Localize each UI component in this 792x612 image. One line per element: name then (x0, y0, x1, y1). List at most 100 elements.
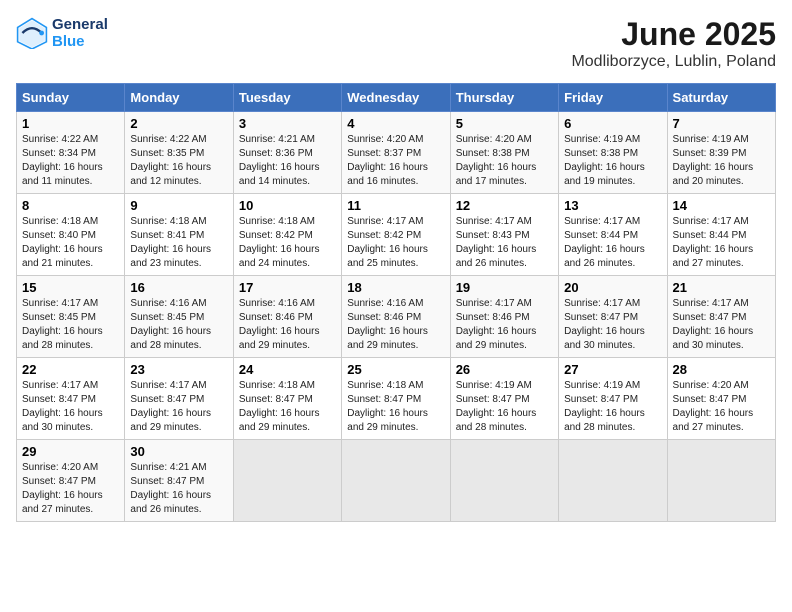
day-number: 28 (673, 362, 770, 377)
day-number: 13 (564, 198, 661, 213)
day-number: 16 (130, 280, 227, 295)
day-info: Sunrise: 4:19 AM Sunset: 8:47 PM Dayligh… (564, 379, 661, 435)
day-number: 1 (22, 116, 119, 131)
calendar-cell: 10Sunrise: 4:18 AM Sunset: 8:42 PM Dayli… (233, 194, 341, 276)
calendar-cell: 21 Sunrise: 4:17 AM Sunset: 8:47 PM Dayli… (667, 276, 775, 358)
day-info: Sunrise: 4:22 AM Sunset: 8:35 PM Dayligh… (130, 133, 227, 189)
calendar-cell: 18Sunrise: 4:16 AM Sunset: 8:46 PM Dayli… (342, 276, 450, 358)
calendar-table: SundayMondayTuesdayWednesdayThursdayFrid… (16, 83, 776, 522)
calendar-cell: 3Sunrise: 4:21 AM Sunset: 8:36 PM Daylig… (233, 112, 341, 194)
day-number: 17 (239, 280, 336, 295)
calendar-cell (450, 440, 558, 522)
day-info: Sunrise: 4:17 AM Sunset: 8:42 PM Dayligh… (347, 215, 444, 271)
calendar-week-row: 8 Sunrise: 4:18 AM Sunset: 8:40 PM Daylig… (17, 194, 776, 276)
calendar-cell: 28 Sunrise: 4:20 AM Sunset: 8:47 PM Dayli… (667, 358, 775, 440)
day-number: 29 (22, 444, 119, 459)
day-number: 24 (239, 362, 336, 377)
day-info: Sunrise: 4:17 AM Sunset: 8:46 PM Dayligh… (456, 297, 553, 353)
day-number: 7 (673, 116, 770, 131)
day-info: Sunrise: 4:20 AM Sunset: 8:37 PM Dayligh… (347, 133, 444, 189)
column-header-friday: Friday (559, 84, 667, 112)
calendar-cell: 1 Sunrise: 4:22 AM Sunset: 8:34 PM Daylig… (17, 112, 125, 194)
day-number: 22 (22, 362, 119, 377)
calendar-cell: 26 Sunrise: 4:19 AM Sunset: 8:47 PM Dayli… (450, 358, 558, 440)
calendar-header-row: SundayMondayTuesdayWednesdayThursdayFrid… (17, 84, 776, 112)
day-info: Sunrise: 4:16 AM Sunset: 8:46 PM Dayligh… (347, 297, 444, 353)
day-number: 11 (347, 198, 444, 213)
day-info: Sunrise: 4:20 AM Sunset: 8:38 PM Dayligh… (456, 133, 553, 189)
day-number: 14 (673, 198, 770, 213)
calendar-cell: 5 Sunrise: 4:20 AM Sunset: 8:38 PM Daylig… (450, 112, 558, 194)
calendar-cell: 8 Sunrise: 4:18 AM Sunset: 8:40 PM Daylig… (17, 194, 125, 276)
column-header-thursday: Thursday (450, 84, 558, 112)
day-number: 8 (22, 198, 119, 213)
calendar-cell: 13 Sunrise: 4:17 AM Sunset: 8:44 PM Dayli… (559, 194, 667, 276)
calendar-cell (559, 440, 667, 522)
calendar-cell: 14Sunrise: 4:17 AM Sunset: 8:44 PM Dayli… (667, 194, 775, 276)
day-number: 6 (564, 116, 661, 131)
calendar-cell: 7Sunrise: 4:19 AM Sunset: 8:39 PM Daylig… (667, 112, 775, 194)
calendar-cell: 29 Sunrise: 4:20 AM Sunset: 8:47 PM Dayli… (17, 440, 125, 522)
day-number: 2 (130, 116, 227, 131)
day-info: Sunrise: 4:17 AM Sunset: 8:43 PM Dayligh… (456, 215, 553, 271)
day-number: 26 (456, 362, 553, 377)
logo: General Blue (16, 16, 108, 50)
calendar-cell: 16 Sunrise: 4:16 AM Sunset: 8:45 PM Dayli… (125, 276, 233, 358)
title-block: June 2025 Modliborzyce, Lublin, Poland (571, 16, 776, 71)
day-number: 12 (456, 198, 553, 213)
calendar-cell: 17Sunrise: 4:16 AM Sunset: 8:46 PM Dayli… (233, 276, 341, 358)
day-info: Sunrise: 4:18 AM Sunset: 8:42 PM Dayligh… (239, 215, 336, 271)
page-title: June 2025 (571, 16, 776, 53)
day-number: 9 (130, 198, 227, 213)
calendar-cell: 30Sunrise: 4:21 AM Sunset: 8:47 PM Dayli… (125, 440, 233, 522)
day-info: Sunrise: 4:21 AM Sunset: 8:36 PM Dayligh… (239, 133, 336, 189)
calendar-cell: 22 Sunrise: 4:17 AM Sunset: 8:47 PM Dayli… (17, 358, 125, 440)
calendar-cell: 6 Sunrise: 4:19 AM Sunset: 8:38 PM Daylig… (559, 112, 667, 194)
day-number: 20 (564, 280, 661, 295)
day-number: 30 (130, 444, 227, 459)
calendar-cell: 25Sunrise: 4:18 AM Sunset: 8:47 PM Dayli… (342, 358, 450, 440)
calendar-cell: 11 Sunrise: 4:17 AM Sunset: 8:42 PM Dayli… (342, 194, 450, 276)
calendar-cell: 9Sunrise: 4:18 AM Sunset: 8:41 PM Daylig… (125, 194, 233, 276)
day-info: Sunrise: 4:19 AM Sunset: 8:38 PM Dayligh… (564, 133, 661, 189)
calendar-cell: 2 Sunrise: 4:22 AM Sunset: 8:35 PM Daylig… (125, 112, 233, 194)
calendar-cell: 12 Sunrise: 4:17 AM Sunset: 8:43 PM Dayli… (450, 194, 558, 276)
day-info: Sunrise: 4:17 AM Sunset: 8:45 PM Dayligh… (22, 297, 119, 353)
day-number: 15 (22, 280, 119, 295)
calendar-cell: 4 Sunrise: 4:20 AM Sunset: 8:37 PM Daylig… (342, 112, 450, 194)
column-header-saturday: Saturday (667, 84, 775, 112)
page-subtitle: Modliborzyce, Lublin, Poland (571, 53, 776, 71)
calendar-cell: 15 Sunrise: 4:17 AM Sunset: 8:45 PM Dayli… (17, 276, 125, 358)
day-info: Sunrise: 4:20 AM Sunset: 8:47 PM Dayligh… (673, 379, 770, 435)
day-info: Sunrise: 4:17 AM Sunset: 8:47 PM Dayligh… (673, 297, 770, 353)
day-info: Sunrise: 4:17 AM Sunset: 8:47 PM Dayligh… (22, 379, 119, 435)
logo-line2: Blue (52, 33, 108, 50)
day-info: Sunrise: 4:16 AM Sunset: 8:45 PM Dayligh… (130, 297, 227, 353)
day-number: 4 (347, 116, 444, 131)
calendar-cell: 20Sunrise: 4:17 AM Sunset: 8:47 PM Dayli… (559, 276, 667, 358)
day-number: 21 (673, 280, 770, 295)
day-info: Sunrise: 4:22 AM Sunset: 8:34 PM Dayligh… (22, 133, 119, 189)
day-info: Sunrise: 4:18 AM Sunset: 8:40 PM Dayligh… (22, 215, 119, 271)
day-info: Sunrise: 4:20 AM Sunset: 8:47 PM Dayligh… (22, 461, 119, 517)
day-info: Sunrise: 4:19 AM Sunset: 8:47 PM Dayligh… (456, 379, 553, 435)
day-number: 19 (456, 280, 553, 295)
calendar-cell (667, 440, 775, 522)
calendar-cell: 19 Sunrise: 4:17 AM Sunset: 8:46 PM Dayli… (450, 276, 558, 358)
day-info: Sunrise: 4:17 AM Sunset: 8:44 PM Dayligh… (564, 215, 661, 271)
calendar-week-row: 29 Sunrise: 4:20 AM Sunset: 8:47 PM Dayli… (17, 440, 776, 522)
page-header: General Blue June 2025 Modliborzyce, Lub… (16, 16, 776, 71)
day-number: 5 (456, 116, 553, 131)
day-info: Sunrise: 4:18 AM Sunset: 8:47 PM Dayligh… (239, 379, 336, 435)
logo-icon (16, 17, 48, 49)
calendar-cell (342, 440, 450, 522)
calendar-cell: 24 Sunrise: 4:18 AM Sunset: 8:47 PM Dayli… (233, 358, 341, 440)
calendar-cell: 27Sunrise: 4:19 AM Sunset: 8:47 PM Dayli… (559, 358, 667, 440)
calendar-week-row: 15 Sunrise: 4:17 AM Sunset: 8:45 PM Dayli… (17, 276, 776, 358)
day-info: Sunrise: 4:17 AM Sunset: 8:47 PM Dayligh… (130, 379, 227, 435)
column-header-wednesday: Wednesday (342, 84, 450, 112)
column-header-monday: Monday (125, 84, 233, 112)
column-header-tuesday: Tuesday (233, 84, 341, 112)
calendar-cell: 23Sunrise: 4:17 AM Sunset: 8:47 PM Dayli… (125, 358, 233, 440)
day-number: 25 (347, 362, 444, 377)
